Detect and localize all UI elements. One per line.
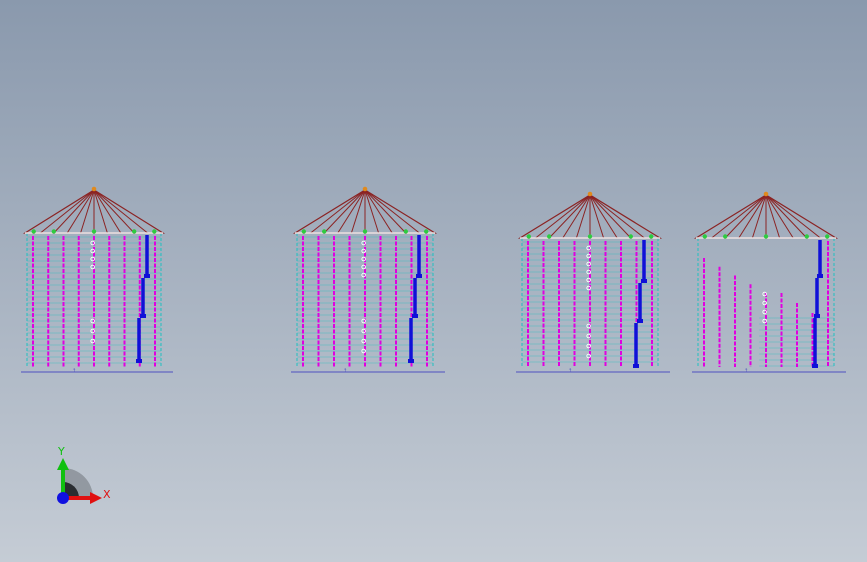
ladder-platform [817, 274, 823, 278]
roof-apex-icon [91, 186, 97, 192]
roof-vent-icon [301, 229, 306, 234]
ladder-platform [812, 364, 818, 368]
roof-vent-icon [322, 229, 327, 234]
roof-vent-icon [51, 229, 56, 234]
roof-vent-icon [362, 229, 368, 234]
roof-vent-icon [31, 229, 36, 234]
roof-vent-icon [587, 234, 593, 239]
roof-vent-icon [547, 234, 552, 239]
ladder-platform [412, 314, 418, 318]
base-marker-icon: ↑ [343, 368, 347, 374]
roof-vent-icon [152, 229, 157, 234]
roof-vent-icon [702, 234, 707, 239]
roof-vent-icon [132, 229, 137, 234]
roof-vent-icon [825, 234, 830, 239]
roof-vent-icon [649, 234, 654, 239]
roof-vent-icon [628, 234, 633, 239]
roof-vent-icon [526, 234, 531, 239]
ladder-platform [641, 279, 647, 283]
silo-scene: ↑ ↑ ↑ ↑ Y X [0, 0, 867, 562]
ladder-platform [416, 274, 422, 278]
axis-y-label: Y [57, 445, 65, 458]
roof-apex-icon [587, 191, 593, 197]
roof-vent-icon [403, 229, 408, 234]
roof-vent-icon [424, 229, 429, 234]
base-marker-icon: ↑ [72, 368, 76, 374]
roof-vent-icon [723, 234, 728, 239]
cad-viewport[interactable]: ↑ ↑ ↑ ↑ Y X [0, 0, 867, 562]
axis-x-label: X [103, 488, 111, 501]
ladder-platform [144, 274, 150, 278]
ladder-platform [408, 359, 414, 363]
roof-apex-icon [763, 191, 769, 197]
ladder-platform [637, 319, 643, 323]
ladder-platform [633, 364, 639, 368]
base-marker-icon: ↑ [744, 368, 748, 374]
roof-vent-icon [91, 229, 97, 234]
roof-vent-icon [763, 234, 769, 239]
roof-vent-icon [804, 234, 809, 239]
ladder-platform [136, 359, 142, 363]
ladder-platform [814, 314, 820, 318]
ladder-platform [140, 314, 146, 318]
roof-apex-icon [362, 186, 368, 192]
base-marker-icon: ↑ [568, 368, 572, 374]
